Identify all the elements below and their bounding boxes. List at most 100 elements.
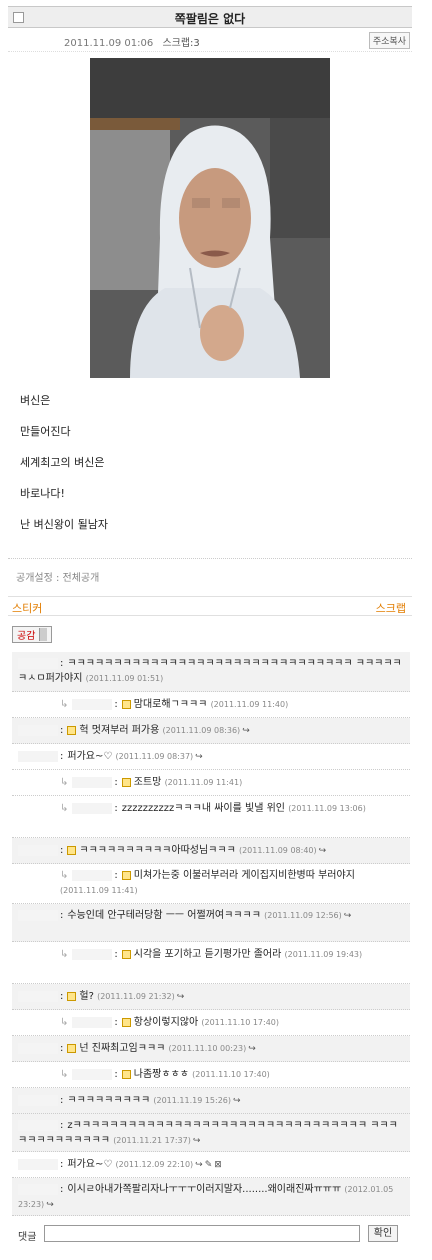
commenter-name[interactable] xyxy=(18,1183,58,1195)
comment-item: : ㅋㅋㅋㅋㅋㅋㅋㅋㅋㅋㅋㅋㅋㅋㅋㅋㅋㅋㅋㅋㅋㅋㅋㅋㅋㅋㅋㅋㅋㅋㅋ ㅋㅋㅋㅋㅋㅋㅅ… xyxy=(12,652,410,692)
commenter-name[interactable] xyxy=(72,869,113,881)
commenter-name[interactable] xyxy=(72,802,113,814)
reply-arrow-icon: ↳ xyxy=(60,870,69,881)
reply-arrow-icon: ↳ xyxy=(60,699,69,710)
commenter-name[interactable] xyxy=(18,844,58,856)
comment-timestamp: (2011.11.09 12:56) xyxy=(264,911,342,920)
comment-timestamp: (2011.11.10 17:40) xyxy=(201,1018,280,1027)
post-photo xyxy=(90,58,330,378)
reply-icon[interactable]: ↪ xyxy=(193,1136,201,1146)
sticker-link[interactable]: 스티커 xyxy=(12,600,42,616)
commenter-name[interactable] xyxy=(18,1119,58,1131)
note-icon xyxy=(121,777,131,787)
reply-icon[interactable]: ↪ xyxy=(195,752,203,762)
post-container: 쪽팔림은 없다 2011.11.09 01:06 스크랩:3 주소복사 벼신은 … xyxy=(8,6,412,1243)
note-icon xyxy=(121,699,131,709)
commenter-name[interactable] xyxy=(18,1094,58,1106)
comment-text: zㅋㅋㅋㅋㅋㅋㅋㅋㅋㅋㅋㅋㅋㅋㅋㅋㅋㅋㅋㅋㅋㅋㅋㅋㅋㅋㅋㅋㅋㅋㅋㅋ ㅋㅋㅋㅋㅋㅋ… xyxy=(18,1120,398,1146)
reply-icon[interactable]: ↪ xyxy=(177,992,185,1002)
comment-timestamp: (2011.11.09 21:32) xyxy=(97,992,175,1001)
comment-timestamp: (2011.11.09 19:43) xyxy=(284,950,363,959)
reply-icon[interactable]: ↪ xyxy=(248,1044,256,1054)
comment-timestamp: (2011.11.09 08:37) xyxy=(115,752,194,761)
commenter-name[interactable] xyxy=(72,1068,113,1080)
comment-text: 시각을 포기하고 듣기평가만 졸어라 xyxy=(133,949,282,960)
post-line: 세계최고의 벼신은 xyxy=(20,456,105,469)
comment-text: ㅋㅋㅋㅋㅋㅋㅋㅋㅋ xyxy=(67,1095,151,1106)
reply-arrow-icon: ↳ xyxy=(60,777,69,788)
comment-reply: ↳: 항상이렇지않아 (2011.11.10 17:40) xyxy=(12,1010,410,1036)
comment-reply: ↳: zzzzzzzzzzㅋㅋㅋ내 싸이를 빛낼 위인 (2011.11.09 1… xyxy=(12,796,410,838)
comment-label: 댓글 xyxy=(18,1232,37,1243)
comment-reply: ↳: 맘대로해ㄱㅋㅋㅋ (2011.11.09 11:40) xyxy=(12,692,410,718)
comment-submit-button[interactable]: 확인 xyxy=(368,1225,398,1242)
commenter-name[interactable] xyxy=(18,724,58,736)
post-title-bar: 쪽팔림은 없다 xyxy=(8,6,412,28)
commenter-name[interactable] xyxy=(72,776,113,788)
note-icon xyxy=(67,1043,77,1053)
scrap-link[interactable]: 스크랩 xyxy=(376,600,406,616)
comment-text: 헐? xyxy=(79,991,94,1002)
commenter-name[interactable] xyxy=(18,750,58,762)
reply-icon[interactable]: ↪ xyxy=(344,911,352,921)
commenter-name[interactable] xyxy=(72,698,113,710)
comment-reply: ↳: 미쳐가는중 이불러부러라 게이집지비한병따 부러야지 (2011.11.09… xyxy=(12,864,410,904)
copy-address-button[interactable]: 주소복사 xyxy=(368,32,410,49)
comment-item: : ㅋㅋㅋㅋㅋㅋㅋㅋㅋㅋ아따성님ㅋㅋㅋ (2011.11.09 08:40) ↪ xyxy=(12,838,410,864)
comment-form: 댓글 확인 xyxy=(12,1222,410,1246)
commenter-name[interactable] xyxy=(18,990,58,1002)
post-date: 2011.11.09 01:06 xyxy=(64,38,154,49)
comment-timestamp: (2011.11.09 13:06) xyxy=(288,804,366,813)
reply-icon[interactable]: ↪ xyxy=(46,1200,54,1210)
commenter-name[interactable] xyxy=(72,948,113,960)
scrap-count: 스크랩:3 xyxy=(162,38,200,49)
person-in-hoodie-image xyxy=(90,58,330,378)
edit-icon[interactable]: ✎ xyxy=(205,1160,213,1170)
reply-icon[interactable]: ↪ xyxy=(233,1096,241,1106)
comment-input[interactable] xyxy=(44,1225,360,1242)
comment-item: : 퍼가요~♡ (2011.12.09 22:10) ↪ ✎ ⊠ xyxy=(12,1152,410,1178)
commenter-name[interactable] xyxy=(18,657,58,669)
comment-timestamp: (2011.11.09 11:40) xyxy=(210,700,289,709)
comment-text: zzzzzzzzzzㅋㅋㅋ내 싸이를 빛낼 위인 xyxy=(121,803,285,814)
gongam-label: 공감 xyxy=(17,631,36,642)
reply-icon[interactable]: ↪ xyxy=(319,846,327,856)
comment-timestamp: (2011.11.09 11:41) xyxy=(164,778,243,787)
reply-icon[interactable]: ↪ xyxy=(242,726,250,736)
note-icon xyxy=(121,1017,131,1027)
comment-timestamp: (2011.11.10 17:40) xyxy=(192,1070,270,1079)
note-icon xyxy=(67,991,77,1001)
note-icon xyxy=(67,845,77,855)
post-line: 벼신은 xyxy=(20,394,51,407)
post-meta: 2011.11.09 01:06 스크랩:3 주소복사 xyxy=(8,28,412,52)
post-line: 바로나다! xyxy=(20,487,65,500)
reply-arrow-icon: ↳ xyxy=(60,1017,69,1028)
comment-item: : 수능인데 안구테러당함 ㅡㅡ 어쩔꺼여ㅋㅋㅋㅋ (2011.11.09 12:… xyxy=(12,904,410,942)
comment-text: 퍼가요~♡ xyxy=(67,751,113,762)
comment-timestamp: (2011.11.09 01:51) xyxy=(85,674,164,683)
post-actions: 스티커 스크랩 xyxy=(8,596,412,616)
note-icon xyxy=(121,870,131,880)
commenter-name[interactable] xyxy=(18,1042,58,1054)
comment-item: : 헐? (2011.11.09 21:32) ↪ xyxy=(12,984,410,1010)
comment-text: 조트망 xyxy=(133,777,162,788)
comment-text: ㅋㅋㅋㅋㅋㅋㅋㅋㅋㅋㅋㅋㅋㅋㅋㅋㅋㅋㅋㅋㅋㅋㅋㅋㅋㅋㅋㅋㅋㅋㅋ ㅋㅋㅋㅋㅋㅋㅅㅁ… xyxy=(18,658,402,684)
gongam-button[interactable]: 공감 xyxy=(12,626,53,643)
comment-text: 맘대로해ㄱㅋㅋㅋ xyxy=(133,699,208,710)
delete-icon[interactable]: ⊠ xyxy=(214,1160,222,1170)
note-icon xyxy=(67,725,77,735)
comment-timestamp: (2011.11.19 15:26) xyxy=(153,1096,232,1105)
comment-text: 나좀짱ㅎㅎㅎ xyxy=(133,1069,189,1080)
commenter-name[interactable] xyxy=(72,1016,113,1028)
comment-text: 넌 진짜최고임ㅋㅋㅋ xyxy=(79,1043,166,1054)
comment-item: :넌 진짜최고임ㅋㅋㅋ (2011.11.10 00:23) ↪ xyxy=(12,1036,410,1062)
post-line: 난 벼신왕이 될남자 xyxy=(20,518,108,531)
comment-item: : 퍼가요~♡ (2011.11.09 08:37) ↪ xyxy=(12,744,410,770)
reply-icon[interactable]: ↪ xyxy=(195,1160,203,1170)
commenter-name[interactable] xyxy=(18,1158,58,1170)
comment-reply: ↳: 조트망 (2011.11.09 11:41) xyxy=(12,770,410,796)
visibility-setting: 공개설정 : 전체공개 xyxy=(8,558,412,594)
comment-item: : 이시ㄹ아내가쪽팔리자나ㅜㅜㅜ이러지말자........왜이래진짜ㅠㅠㅠ (20… xyxy=(12,1178,410,1216)
comment-timestamp: (2011.12.09 22:10) xyxy=(115,1160,194,1169)
commenter-name[interactable] xyxy=(18,909,58,921)
